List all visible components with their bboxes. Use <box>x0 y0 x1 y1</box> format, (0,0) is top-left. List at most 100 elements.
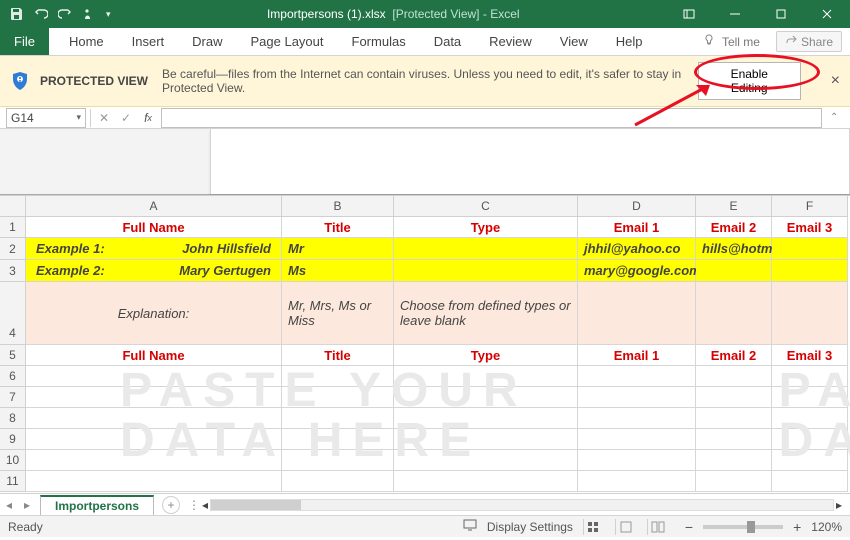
save-icon[interactable] <box>10 7 24 21</box>
cell-c3[interactable] <box>394 260 578 282</box>
touch-mode-icon[interactable] <box>82 7 96 21</box>
formula-input[interactable] <box>161 108 822 128</box>
tab-draw[interactable]: Draw <box>178 28 236 55</box>
cell-a10[interactable] <box>26 450 282 471</box>
display-settings-icon[interactable] <box>463 519 477 534</box>
zoom-slider[interactable] <box>703 525 783 529</box>
cell-c11[interactable] <box>394 471 578 492</box>
cell-b4[interactable]: Mr, Mrs, Ms or Miss <box>282 282 394 345</box>
cell-f4[interactable] <box>772 282 848 345</box>
redo-icon[interactable] <box>58 7 72 21</box>
cell-e9[interactable] <box>696 429 772 450</box>
qat-dropdown-icon[interactable]: ▾ <box>106 9 111 20</box>
row-header-1[interactable]: 1 <box>0 217 26 238</box>
sheet-next-icon[interactable]: ▸ <box>18 498 36 512</box>
sheet-prev-icon[interactable]: ◂ <box>0 498 18 512</box>
cell-a4[interactable]: Explanation: <box>26 282 282 345</box>
tab-data[interactable]: Data <box>420 28 475 55</box>
formula-expand-icon[interactable]: ⌃ <box>830 112 844 123</box>
spreadsheet-grid[interactable]: PASTE YOURDATA HERE PADA A B C D E F 1 F… <box>0 195 850 493</box>
cell-b11[interactable] <box>282 471 394 492</box>
cell-f3[interactable] <box>772 260 848 282</box>
cell-e4[interactable] <box>696 282 772 345</box>
col-header-f[interactable]: F <box>772 196 848 217</box>
cell-b10[interactable] <box>282 450 394 471</box>
cell-a9[interactable] <box>26 429 282 450</box>
ribbon-options-icon[interactable] <box>666 0 712 28</box>
cell-c1[interactable]: Type <box>394 217 578 238</box>
cell-b1[interactable]: Title <box>282 217 394 238</box>
cell-d8[interactable] <box>578 408 696 429</box>
cell-e3[interactable] <box>696 260 772 282</box>
tab-formulas[interactable]: Formulas <box>338 28 420 55</box>
share-button[interactable]: Share <box>776 31 842 52</box>
cell-a7[interactable] <box>26 387 282 408</box>
chevron-down-icon[interactable]: ▾ <box>76 112 81 123</box>
cell-f9[interactable] <box>772 429 848 450</box>
name-box[interactable]: G14 ▾ <box>6 108 86 128</box>
undo-icon[interactable] <box>34 7 48 21</box>
view-normal-icon[interactable] <box>583 519 605 535</box>
col-header-e[interactable]: E <box>696 196 772 217</box>
cell-f6[interactable] <box>772 366 848 387</box>
view-page-break-icon[interactable] <box>647 519 669 535</box>
tab-file[interactable]: File <box>0 28 49 55</box>
cell-c9[interactable] <box>394 429 578 450</box>
scroll-thumb[interactable] <box>211 500 301 510</box>
cell-d6[interactable] <box>578 366 696 387</box>
tab-page-layout[interactable]: Page Layout <box>237 28 338 55</box>
cell-e11[interactable] <box>696 471 772 492</box>
cell-d9[interactable] <box>578 429 696 450</box>
cell-e7[interactable] <box>696 387 772 408</box>
cell-a3[interactable]: Example 2:Mary Gertugen <box>26 260 282 282</box>
tab-view[interactable]: View <box>546 28 602 55</box>
cell-b3[interactable]: Ms <box>282 260 394 282</box>
cell-d4[interactable] <box>578 282 696 345</box>
tab-insert[interactable]: Insert <box>118 28 179 55</box>
cell-c2[interactable] <box>394 238 578 260</box>
cell-d11[interactable] <box>578 471 696 492</box>
row-header-7[interactable]: 7 <box>0 387 26 408</box>
cell-d3[interactable]: mary@google.com <box>578 260 696 282</box>
col-header-d[interactable]: D <box>578 196 696 217</box>
cell-c6[interactable] <box>394 366 578 387</box>
cell-e2[interactable]: hills@hotmail.com <box>696 238 772 260</box>
cell-a11[interactable] <box>26 471 282 492</box>
row-header-10[interactable]: 10 <box>0 450 26 471</box>
maximize-button[interactable] <box>758 0 804 28</box>
zoom-level[interactable]: 120% <box>811 520 842 534</box>
tab-home[interactable]: Home <box>55 28 118 55</box>
col-header-a[interactable]: A <box>26 196 282 217</box>
cell-e6[interactable] <box>696 366 772 387</box>
cell-b2[interactable]: Mr <box>282 238 394 260</box>
cell-f7[interactable] <box>772 387 848 408</box>
sheet-tab-importpersons[interactable]: Importpersons <box>40 495 154 515</box>
cell-b9[interactable] <box>282 429 394 450</box>
tab-review[interactable]: Review <box>475 28 546 55</box>
cell-d2[interactable]: jhhil@yahoo.co <box>578 238 696 260</box>
zoom-out-button[interactable]: − <box>685 519 693 535</box>
col-header-c[interactable]: C <box>394 196 578 217</box>
horizontal-scrollbar[interactable]: ⋮ ◂ ▸ <box>188 498 842 512</box>
cell-a2[interactable]: Example 1:John Hillsfield <box>26 238 282 260</box>
row-header-3[interactable]: 3 <box>0 260 26 282</box>
cell-f1[interactable]: Email 3 <box>772 217 848 238</box>
cell-f11[interactable] <box>772 471 848 492</box>
view-page-layout-icon[interactable] <box>615 519 637 535</box>
display-settings-label[interactable]: Display Settings <box>487 520 573 534</box>
cell-f10[interactable] <box>772 450 848 471</box>
cell-d7[interactable] <box>578 387 696 408</box>
cell-b5[interactable]: Title <box>282 345 394 366</box>
row-header-9[interactable]: 9 <box>0 429 26 450</box>
cell-f5[interactable]: Email 3 <box>772 345 848 366</box>
row-header-11[interactable]: 11 <box>0 471 26 492</box>
enable-editing-button[interactable]: Enable Editing <box>698 62 801 100</box>
cell-a8[interactable] <box>26 408 282 429</box>
cell-c5[interactable]: Type <box>394 345 578 366</box>
cell-a5[interactable]: Full Name <box>26 345 282 366</box>
cell-b6[interactable] <box>282 366 394 387</box>
cell-f8[interactable] <box>772 408 848 429</box>
row-header-4[interactable]: 4 <box>0 282 26 345</box>
cell-c7[interactable] <box>394 387 578 408</box>
cell-a1[interactable]: Full Name <box>26 217 282 238</box>
